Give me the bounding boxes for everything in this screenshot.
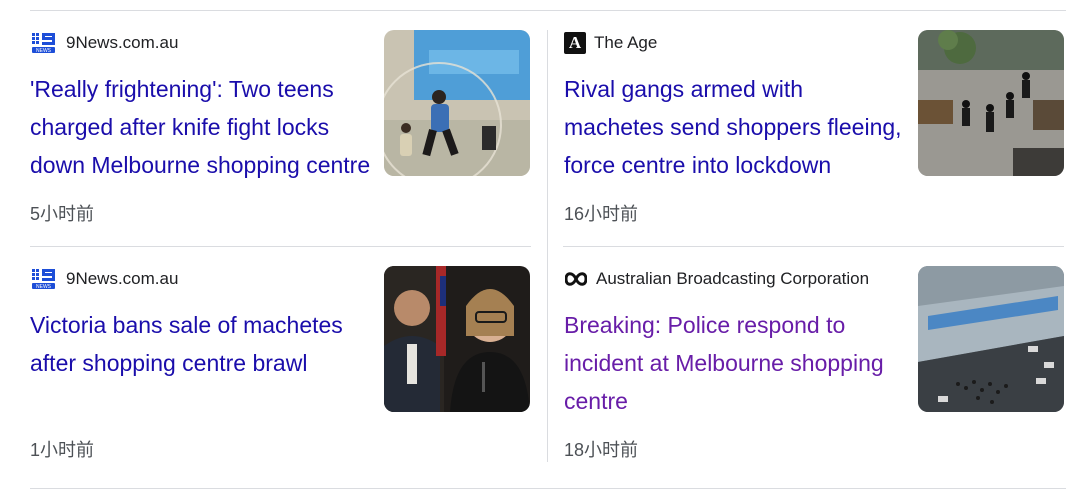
- news-card-2[interactable]: A The Age Rival gangs armed with machete…: [564, 30, 1064, 230]
- timestamp: 5小时前: [30, 204, 95, 224]
- news-card-1[interactable]: NEWS 9News.com.au 'Really frightening': …: [30, 30, 530, 230]
- source-name: The Age: [594, 33, 658, 52]
- source-row: NEWS 9News.com.au: [30, 268, 178, 290]
- row-divider-left: [30, 246, 531, 247]
- headline-link[interactable]: Rival gangs armed with machetes send sho…: [564, 70, 909, 184]
- row-divider-right: [563, 246, 1064, 247]
- timestamp: 18小时前: [564, 440, 639, 460]
- bottom-divider: [30, 488, 1066, 489]
- svg-text:NEWS: NEWS: [36, 284, 52, 290]
- source-row: A The Age: [564, 32, 657, 54]
- top-divider: [30, 10, 1066, 11]
- thumbnail-image[interactable]: [918, 30, 1064, 176]
- nine-news-logo-icon: NEWS: [30, 32, 58, 54]
- timestamp: 16小时前: [564, 204, 639, 224]
- svg-text:NEWS: NEWS: [36, 48, 52, 54]
- headline-link[interactable]: Breaking: Police respond to incident at …: [564, 306, 909, 420]
- the-age-logo-icon: A: [564, 32, 586, 54]
- source-name: Australian Broadcasting Corporation: [596, 269, 870, 288]
- headline-link[interactable]: 'Really frightening': Two teens charged …: [30, 70, 375, 184]
- news-card-3[interactable]: NEWS 9News.com.au Victoria bans sale of …: [30, 266, 530, 466]
- abc-logo-icon: [564, 268, 588, 290]
- source-row: NEWS 9News.com.au: [30, 32, 178, 54]
- thumbnail-image[interactable]: [384, 30, 530, 176]
- source-row: Australian Broadcasting Corporation: [564, 268, 869, 290]
- thumbnail-image[interactable]: [384, 266, 530, 412]
- headline-link[interactable]: Victoria bans sale of machetes after sho…: [30, 306, 375, 382]
- timestamp: 1小时前: [30, 440, 95, 460]
- source-name: 9News.com.au: [66, 269, 179, 288]
- thumbnail-image[interactable]: [918, 266, 1064, 412]
- news-card-4[interactable]: Australian Broadcasting Corporation Brea…: [564, 266, 1064, 466]
- source-name: 9News.com.au: [66, 33, 179, 52]
- nine-news-logo-icon: NEWS: [30, 268, 58, 290]
- column-divider: [547, 30, 548, 462]
